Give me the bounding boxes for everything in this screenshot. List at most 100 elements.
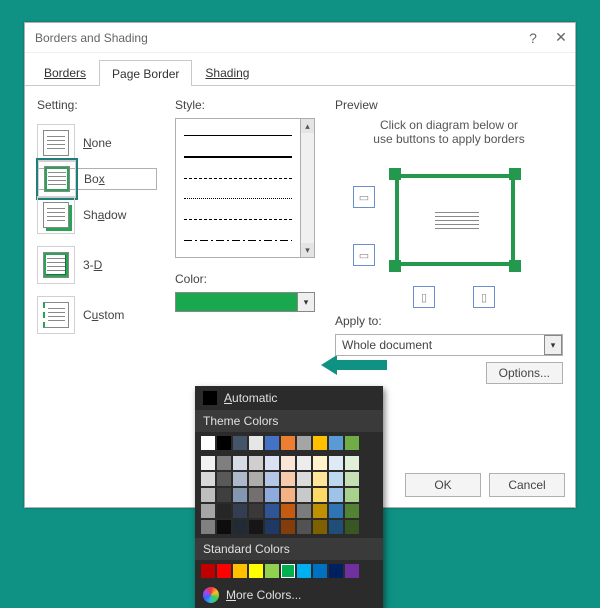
color-swatch[interactable] xyxy=(265,564,279,578)
corner-handle-tl[interactable] xyxy=(389,168,401,180)
color-swatch[interactable] xyxy=(345,564,359,578)
color-dropdown[interactable]: ▾ xyxy=(175,292,315,312)
color-swatch[interactable] xyxy=(201,504,215,518)
color-swatch[interactable] xyxy=(329,456,343,470)
color-swatch[interactable] xyxy=(345,436,359,450)
color-swatch[interactable] xyxy=(297,488,311,502)
preview-diagram[interactable]: ▭ ▭ ▯ ▯ xyxy=(335,156,563,306)
color-swatch[interactable] xyxy=(201,436,215,450)
style-line-dashdot[interactable] xyxy=(184,219,292,220)
color-swatch[interactable] xyxy=(313,504,327,518)
scroll-up-icon[interactable]: ▴ xyxy=(301,119,314,133)
color-swatch[interactable] xyxy=(329,520,343,534)
color-swatch[interactable] xyxy=(313,436,327,450)
color-swatch[interactable] xyxy=(345,520,359,534)
color-swatch[interactable] xyxy=(281,504,295,518)
color-swatch[interactable] xyxy=(201,564,215,578)
color-swatch[interactable] xyxy=(233,456,247,470)
color-swatch[interactable] xyxy=(217,504,231,518)
style-line-dot[interactable] xyxy=(184,198,292,199)
color-swatch[interactable] xyxy=(281,456,295,470)
color-swatch[interactable] xyxy=(217,564,231,578)
chevron-down-icon[interactable]: ▾ xyxy=(544,335,562,355)
color-swatch[interactable] xyxy=(201,456,215,470)
scroll-down-icon[interactable]: ▾ xyxy=(301,243,314,257)
color-swatch[interactable] xyxy=(265,436,279,450)
help-button[interactable]: ? xyxy=(519,23,547,53)
color-swatch[interactable] xyxy=(329,436,343,450)
chevron-down-icon[interactable]: ▾ xyxy=(297,292,315,312)
color-swatch[interactable] xyxy=(281,436,295,450)
color-swatch[interactable] xyxy=(313,472,327,486)
color-swatch[interactable] xyxy=(313,456,327,470)
style-listbox[interactable]: ▴ ▾ xyxy=(175,118,315,258)
style-line-dashdotdot[interactable] xyxy=(184,240,292,241)
border-top-button[interactable]: ▭ xyxy=(353,186,375,208)
color-swatch[interactable] xyxy=(233,436,247,450)
color-swatch[interactable] xyxy=(281,472,295,486)
color-swatch[interactable] xyxy=(297,504,311,518)
corner-handle-tr[interactable] xyxy=(509,168,521,180)
color-swatch[interactable] xyxy=(249,456,263,470)
border-bottom-button[interactable]: ▭ xyxy=(353,244,375,266)
color-swatch[interactable] xyxy=(233,472,247,486)
color-swatch[interactable] xyxy=(345,504,359,518)
color-swatch[interactable] xyxy=(297,436,311,450)
color-swatch[interactable] xyxy=(281,564,295,578)
setting-shadow[interactable]: Shadow xyxy=(37,190,157,240)
color-swatch[interactable] xyxy=(329,504,343,518)
color-swatch[interactable] xyxy=(233,488,247,502)
color-swatch[interactable] xyxy=(313,520,327,534)
color-swatch[interactable] xyxy=(313,488,327,502)
corner-handle-br[interactable] xyxy=(509,260,521,272)
color-swatch[interactable] xyxy=(217,456,231,470)
color-swatch[interactable] xyxy=(297,472,311,486)
color-swatch[interactable] xyxy=(201,520,215,534)
color-swatch[interactable] xyxy=(297,520,311,534)
border-right-button[interactable]: ▯ xyxy=(473,286,495,308)
setting-custom[interactable]: Custom xyxy=(37,290,157,340)
style-line-solid[interactable] xyxy=(184,135,292,136)
corner-handle-bl[interactable] xyxy=(389,260,401,272)
color-swatch[interactable] xyxy=(217,436,231,450)
style-line-dash[interactable] xyxy=(184,178,292,179)
close-button[interactable]: ✕ xyxy=(547,23,575,53)
color-swatch[interactable] xyxy=(329,472,343,486)
style-line-thick[interactable] xyxy=(184,156,292,158)
color-swatch[interactable] xyxy=(265,472,279,486)
more-colors[interactable]: More Colors... xyxy=(195,582,383,608)
color-swatch[interactable] xyxy=(217,472,231,486)
color-swatch[interactable] xyxy=(249,436,263,450)
options-button[interactable]: Options... xyxy=(486,362,563,384)
tab-borders[interactable]: Borders xyxy=(31,59,99,85)
color-swatch[interactable] xyxy=(249,472,263,486)
color-swatch[interactable] xyxy=(329,564,343,578)
color-swatch[interactable] xyxy=(265,456,279,470)
setting-box[interactable]: Box xyxy=(37,168,157,190)
color-swatch[interactable] xyxy=(345,488,359,502)
color-swatch[interactable] xyxy=(281,520,295,534)
tab-page-border[interactable]: Page Border xyxy=(99,60,192,86)
ok-button[interactable]: OK xyxy=(405,473,481,497)
style-scrollbar[interactable]: ▴ ▾ xyxy=(300,119,314,257)
color-swatch[interactable] xyxy=(345,456,359,470)
color-swatch[interactable] xyxy=(313,564,327,578)
color-swatch[interactable] xyxy=(217,488,231,502)
color-automatic[interactable]: Automatic xyxy=(195,386,383,410)
color-swatch[interactable] xyxy=(297,564,311,578)
color-swatch[interactable] xyxy=(233,564,247,578)
color-swatch[interactable] xyxy=(329,488,343,502)
color-swatch[interactable] xyxy=(345,472,359,486)
color-swatch[interactable] xyxy=(233,504,247,518)
tab-shading[interactable]: Shading xyxy=(192,59,262,85)
color-swatch[interactable] xyxy=(249,504,263,518)
color-swatch[interactable] xyxy=(249,564,263,578)
setting-3d[interactable]: 3-D xyxy=(37,240,157,290)
color-swatch[interactable] xyxy=(281,488,295,502)
color-swatch[interactable] xyxy=(265,504,279,518)
color-swatch[interactable] xyxy=(233,520,247,534)
color-swatch[interactable] xyxy=(201,472,215,486)
cancel-button[interactable]: Cancel xyxy=(489,473,565,497)
apply-to-select[interactable]: Whole document ▾ xyxy=(335,334,563,356)
border-left-button[interactable]: ▯ xyxy=(413,286,435,308)
